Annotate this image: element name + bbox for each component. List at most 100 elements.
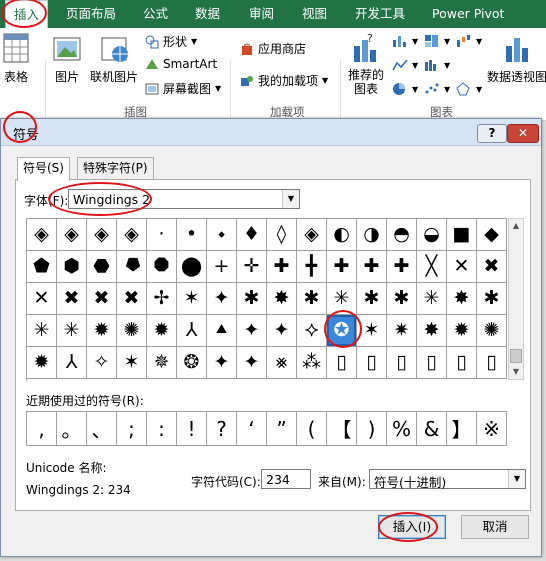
symbol-cell[interactable]: ◓: [387, 219, 417, 251]
smartart-button[interactable]: SmartArt: [145, 57, 217, 71]
store-button[interactable]: 应用商店: [240, 40, 306, 57]
symbol-cell[interactable]: ◑: [357, 219, 387, 251]
symbol-grid-scrollbar[interactable]: ▲ ▼: [508, 218, 524, 380]
symbol-cell[interactable]: ⬢: [57, 251, 87, 283]
dialog-titlebar[interactable]: 符号 ? ✕: [1, 119, 541, 146]
symbol-cell[interactable]: ✱: [477, 283, 507, 315]
symbol-cell[interactable]: ✹: [447, 315, 477, 347]
symbol-cell[interactable]: ⯅: [207, 315, 237, 347]
line-chart-button[interactable]: ▼: [392, 58, 418, 72]
symbol-cell[interactable]: ✺: [117, 315, 147, 347]
symbol-cell[interactable]: ✦: [207, 347, 237, 379]
symbol-cell[interactable]: ✱: [357, 283, 387, 315]
symbol-cell[interactable]: ✦: [237, 347, 267, 379]
screenshot-button[interactable]: 屏幕截图 ▼: [145, 80, 221, 97]
symbol-cell[interactable]: ✦: [237, 315, 267, 347]
symbol-cell[interactable]: ⯃: [147, 251, 177, 283]
shapes-button[interactable]: 形状 ▼: [145, 33, 197, 50]
symbol-cell[interactable]: ◈: [87, 219, 117, 251]
tab-data[interactable]: 数据: [195, 0, 220, 28]
symbol-cell[interactable]: ✶: [357, 315, 387, 347]
symbol-cell[interactable]: ⅄: [57, 347, 87, 379]
symbol-cell[interactable]: ◈: [117, 219, 147, 251]
tab-review[interactable]: 审阅: [249, 0, 274, 28]
tab-formulas[interactable]: 公式: [143, 0, 168, 28]
symbol-cell[interactable]: ✦: [207, 283, 237, 315]
symbol-cell[interactable]: ◒: [417, 219, 447, 251]
symbol-cell[interactable]: ✵: [147, 347, 177, 379]
tab-page-layout[interactable]: 页面布局: [66, 0, 116, 28]
symbol-cell[interactable]: ▯: [447, 347, 477, 379]
symbol-cell[interactable]: ⁂: [297, 347, 327, 379]
symbol-cell[interactable]: ◈: [57, 219, 87, 251]
symbol-cell[interactable]: ✕: [447, 251, 477, 283]
symbol-cell-selected[interactable]: ✪: [327, 315, 357, 347]
bar-chart-button[interactable]: ▼: [424, 34, 450, 48]
recent-symbol-cell[interactable]: 、: [87, 412, 117, 446]
symbol-cell[interactable]: ✹: [147, 315, 177, 347]
statistic-chart-button[interactable]: ▼: [424, 58, 450, 72]
symbol-cell[interactable]: ▯: [417, 347, 447, 379]
pie-chart-button[interactable]: ▼: [392, 82, 418, 96]
symbol-cell[interactable]: ╳: [417, 251, 447, 283]
symbol-cell[interactable]: ▯: [357, 347, 387, 379]
symbol-cell[interactable]: +: [207, 251, 237, 283]
symbol-cell[interactable]: ╋: [297, 251, 327, 283]
symbol-cell[interactable]: ✖: [117, 283, 147, 315]
symbol-cell[interactable]: ✖: [87, 283, 117, 315]
radar-chart-button[interactable]: ▼: [456, 82, 482, 96]
scatter-chart-button[interactable]: ▼: [424, 82, 450, 96]
symbol-cell[interactable]: ✳: [417, 283, 447, 315]
symbol-cell[interactable]: ✱: [387, 283, 417, 315]
symbol-cell[interactable]: ▯: [477, 347, 507, 379]
tab-insert[interactable]: 插入: [5, 0, 49, 28]
recent-symbol-cell[interactable]: ※: [477, 412, 507, 446]
symbol-cell[interactable]: ✕: [27, 283, 57, 315]
symbol-cell[interactable]: ◆: [477, 219, 507, 251]
tab-symbols[interactable]: 符号(S): [17, 157, 70, 181]
column-chart-button[interactable]: ▼: [392, 34, 418, 48]
symbol-cell[interactable]: ✢: [147, 283, 177, 315]
close-button[interactable]: ✕: [507, 124, 539, 143]
my-addins-button[interactable]: 我的加载项 ▼: [240, 72, 328, 89]
recent-symbol-cell[interactable]: ”: [267, 412, 297, 446]
symbol-cell[interactable]: ✧: [87, 347, 117, 379]
symbol-cell[interactable]: ⬣: [87, 251, 117, 283]
scroll-down-icon[interactable]: ▼: [509, 365, 523, 379]
recent-symbol-cell[interactable]: ;: [117, 412, 147, 446]
tab-view[interactable]: 视图: [302, 0, 327, 28]
symbol-cell[interactable]: ✹: [87, 315, 117, 347]
symbol-cell[interactable]: ✖: [477, 251, 507, 283]
symbol-cell[interactable]: •: [177, 219, 207, 251]
symbol-cell[interactable]: ✳: [27, 315, 57, 347]
help-button[interactable]: ?: [477, 124, 507, 143]
online-picture-button[interactable]: 联机图片: [88, 32, 140, 85]
symbol-cell[interactable]: ✹: [27, 347, 57, 379]
recent-symbol-cell[interactable]: ): [357, 412, 387, 446]
pivot-chart-button[interactable]: 数据透视图: [486, 32, 546, 85]
symbol-cell[interactable]: ✛: [237, 251, 267, 283]
recommended-charts-button[interactable]: ? 推荐的 图表: [346, 32, 386, 96]
insert-button[interactable]: 插入(I): [378, 515, 446, 539]
recent-symbol-cell[interactable]: 。: [57, 412, 87, 446]
symbol-cell[interactable]: ✦: [267, 315, 297, 347]
tab-power-pivot[interactable]: Power Pivot: [432, 0, 504, 28]
recent-symbol-cell[interactable]: ,: [27, 412, 57, 446]
symbol-cell[interactable]: ✚: [327, 251, 357, 283]
symbol-cell[interactable]: ▯: [387, 347, 417, 379]
recent-symbol-cell[interactable]: 【: [327, 412, 357, 446]
symbol-cell[interactable]: ⬩: [207, 219, 237, 251]
chevron-down-icon[interactable]: ▼: [508, 470, 525, 488]
chevron-down-icon[interactable]: ▼: [282, 190, 299, 208]
symbol-cell[interactable]: ✳: [327, 283, 357, 315]
symbol-cell[interactable]: ✷: [387, 315, 417, 347]
symbol-cell[interactable]: ■: [447, 219, 477, 251]
symbol-cell[interactable]: ⨳: [267, 347, 297, 379]
tab-developer[interactable]: 开发工具: [355, 0, 405, 28]
recent-symbol-cell[interactable]: (: [297, 412, 327, 446]
symbol-cell[interactable]: ✚: [387, 251, 417, 283]
recent-symbol-cell[interactable]: %: [387, 412, 417, 446]
symbol-cell[interactable]: ✱: [297, 283, 327, 315]
symbol-cell[interactable]: ⅄: [177, 315, 207, 347]
recent-symbol-cell[interactable]: :: [147, 412, 177, 446]
